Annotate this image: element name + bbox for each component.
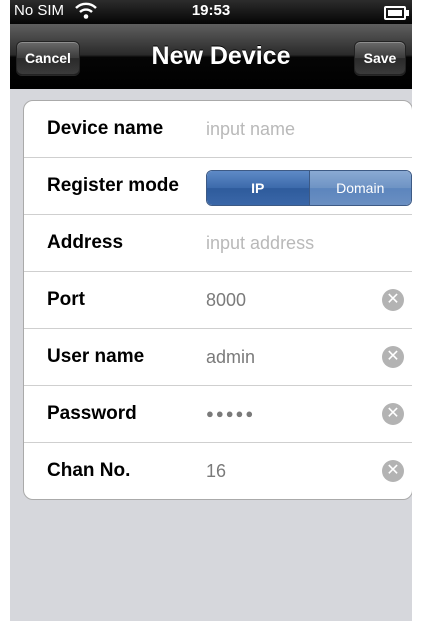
save-button[interactable]: Save (354, 41, 406, 75)
address-input[interactable]: input address (206, 215, 314, 271)
device-name-label: Device name (47, 118, 164, 139)
cancel-button[interactable]: Cancel (16, 41, 80, 75)
chan-no-input[interactable]: 16 (206, 443, 226, 499)
port-label: Port (47, 289, 85, 310)
user-name-input[interactable]: admin (206, 329, 255, 385)
user-name-row: User name admin ✕ (24, 329, 412, 386)
register-mode-row: Register mode IP Domain (24, 158, 412, 215)
password-input[interactable]: ●●●●● (206, 386, 255, 442)
port-row: Port 8000 ✕ (24, 272, 412, 329)
status-time: 19:53 (191, 2, 231, 19)
clear-password-icon[interactable]: ✕ (382, 403, 404, 425)
password-label: Password (47, 403, 137, 424)
port-input[interactable]: 8000 (206, 272, 246, 328)
status-bar: No SIM 19:53 (10, 0, 412, 24)
device-form: Device name input name Register mode IP … (23, 100, 412, 500)
chan-no-row: Chan No. 16 ✕ (24, 443, 412, 499)
register-mode-label: Register mode (47, 175, 179, 196)
battery-icon (384, 6, 409, 20)
address-row: Address input address (24, 215, 412, 272)
user-name-label: User name (47, 346, 145, 367)
password-row: Password ●●●●● ✕ (24, 386, 412, 443)
device-name-row: Device name input name (24, 101, 412, 158)
segment-ip[interactable]: IP (207, 171, 309, 205)
segment-domain[interactable]: Domain (308, 171, 411, 205)
page-title: New Device (151, 42, 291, 70)
address-label: Address (47, 232, 124, 253)
device-name-input[interactable]: input name (206, 101, 295, 157)
clear-port-icon[interactable]: ✕ (382, 289, 404, 311)
clear-user-name-icon[interactable]: ✕ (382, 346, 404, 368)
navigation-bar: Cancel New Device Save (10, 24, 412, 89)
phone-screen: No SIM 19:53 Cancel New Device Save Devi… (10, 0, 412, 621)
register-mode-segmented-control: IP Domain (206, 170, 412, 206)
chan-no-label: Chan No. (47, 460, 131, 481)
clear-chan-no-icon[interactable]: ✕ (382, 460, 404, 482)
